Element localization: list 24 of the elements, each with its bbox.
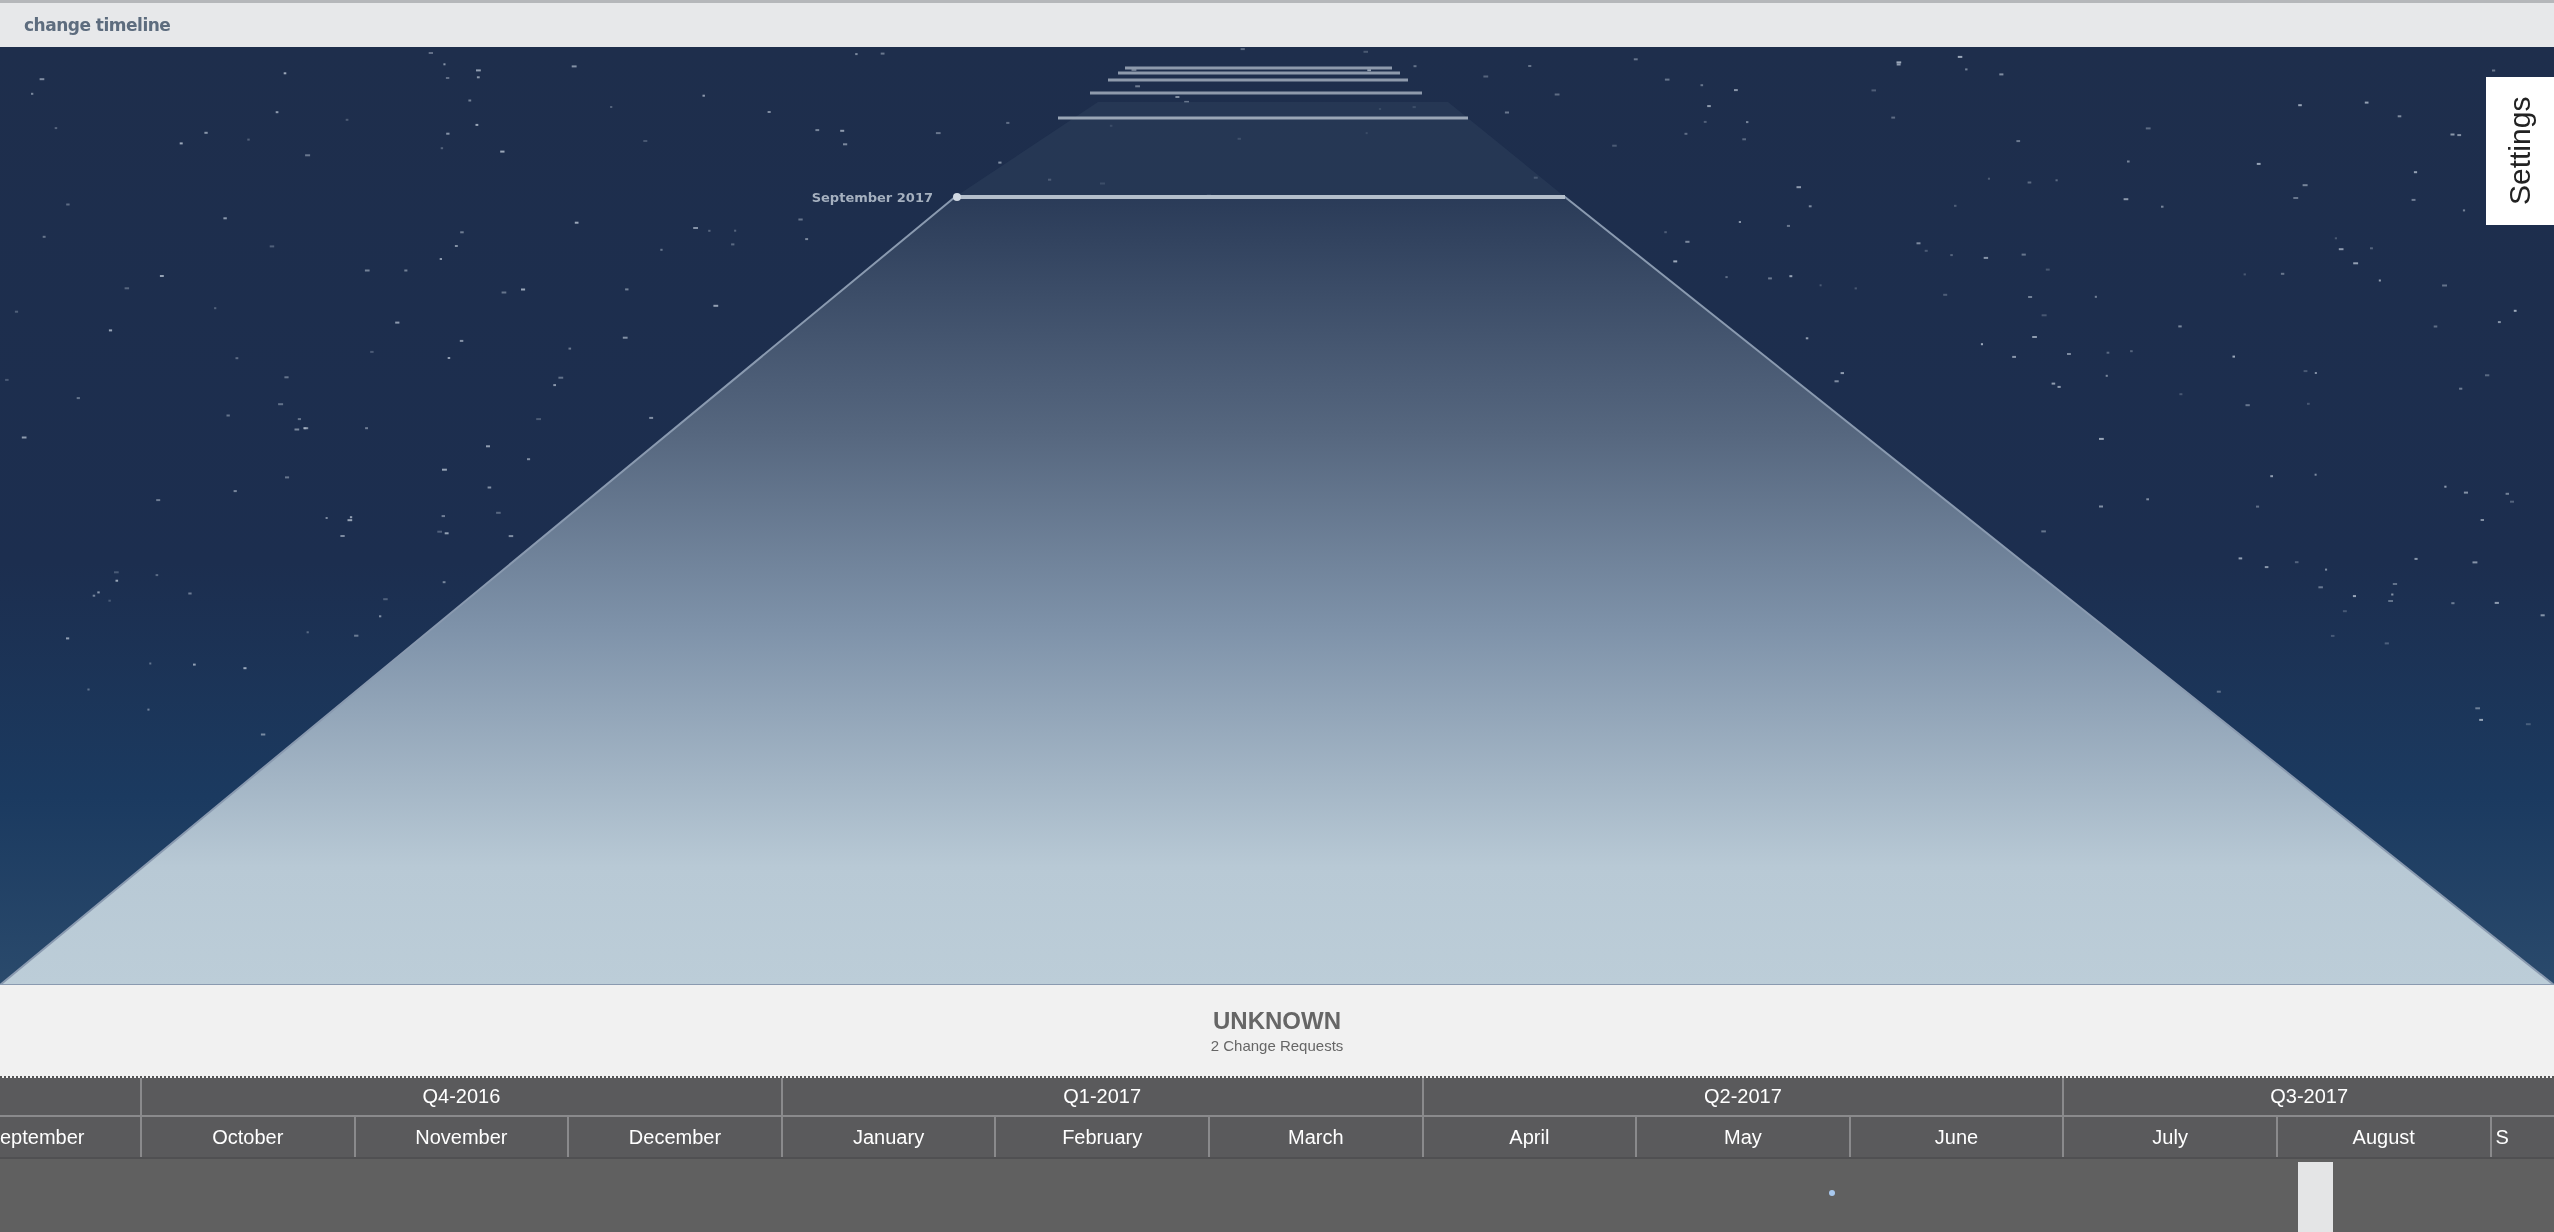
- month-label: June: [1848, 1117, 2063, 1157]
- month-label: February: [994, 1117, 1208, 1157]
- range-handle[interactable]: [2298, 1162, 2333, 1232]
- month-label: eptember: [0, 1124, 86, 1150]
- month-label: December: [567, 1117, 781, 1157]
- quarter-label: Q2-2017: [1421, 1078, 2063, 1115]
- quarter-label: Q3-2017: [2062, 1078, 2554, 1115]
- quarter-label: Q4-2016: [140, 1078, 781, 1115]
- month-label: S: [2489, 1117, 2554, 1157]
- month-label: July: [2062, 1117, 2276, 1157]
- month-label: April: [1421, 1117, 1636, 1157]
- category-title: UNKNOWN: [1213, 1007, 1341, 1035]
- month-label: March: [1207, 1117, 1422, 1157]
- month-marker-label: September 2017: [811, 190, 933, 205]
- month-label: August: [2275, 1117, 2490, 1157]
- settings-tab[interactable]: Settings: [2486, 77, 2554, 225]
- quarter-label: Q1-2017: [780, 1078, 1422, 1115]
- event-dot[interactable]: [1829, 1190, 1835, 1196]
- month-label: November: [353, 1117, 568, 1157]
- app-title: change timeline: [24, 15, 171, 35]
- month-label: January: [780, 1117, 995, 1157]
- change-request-count: 2 Change Requests: [1210, 1037, 1344, 1054]
- month-label: October: [140, 1117, 354, 1157]
- month-label: May: [1635, 1117, 1849, 1157]
